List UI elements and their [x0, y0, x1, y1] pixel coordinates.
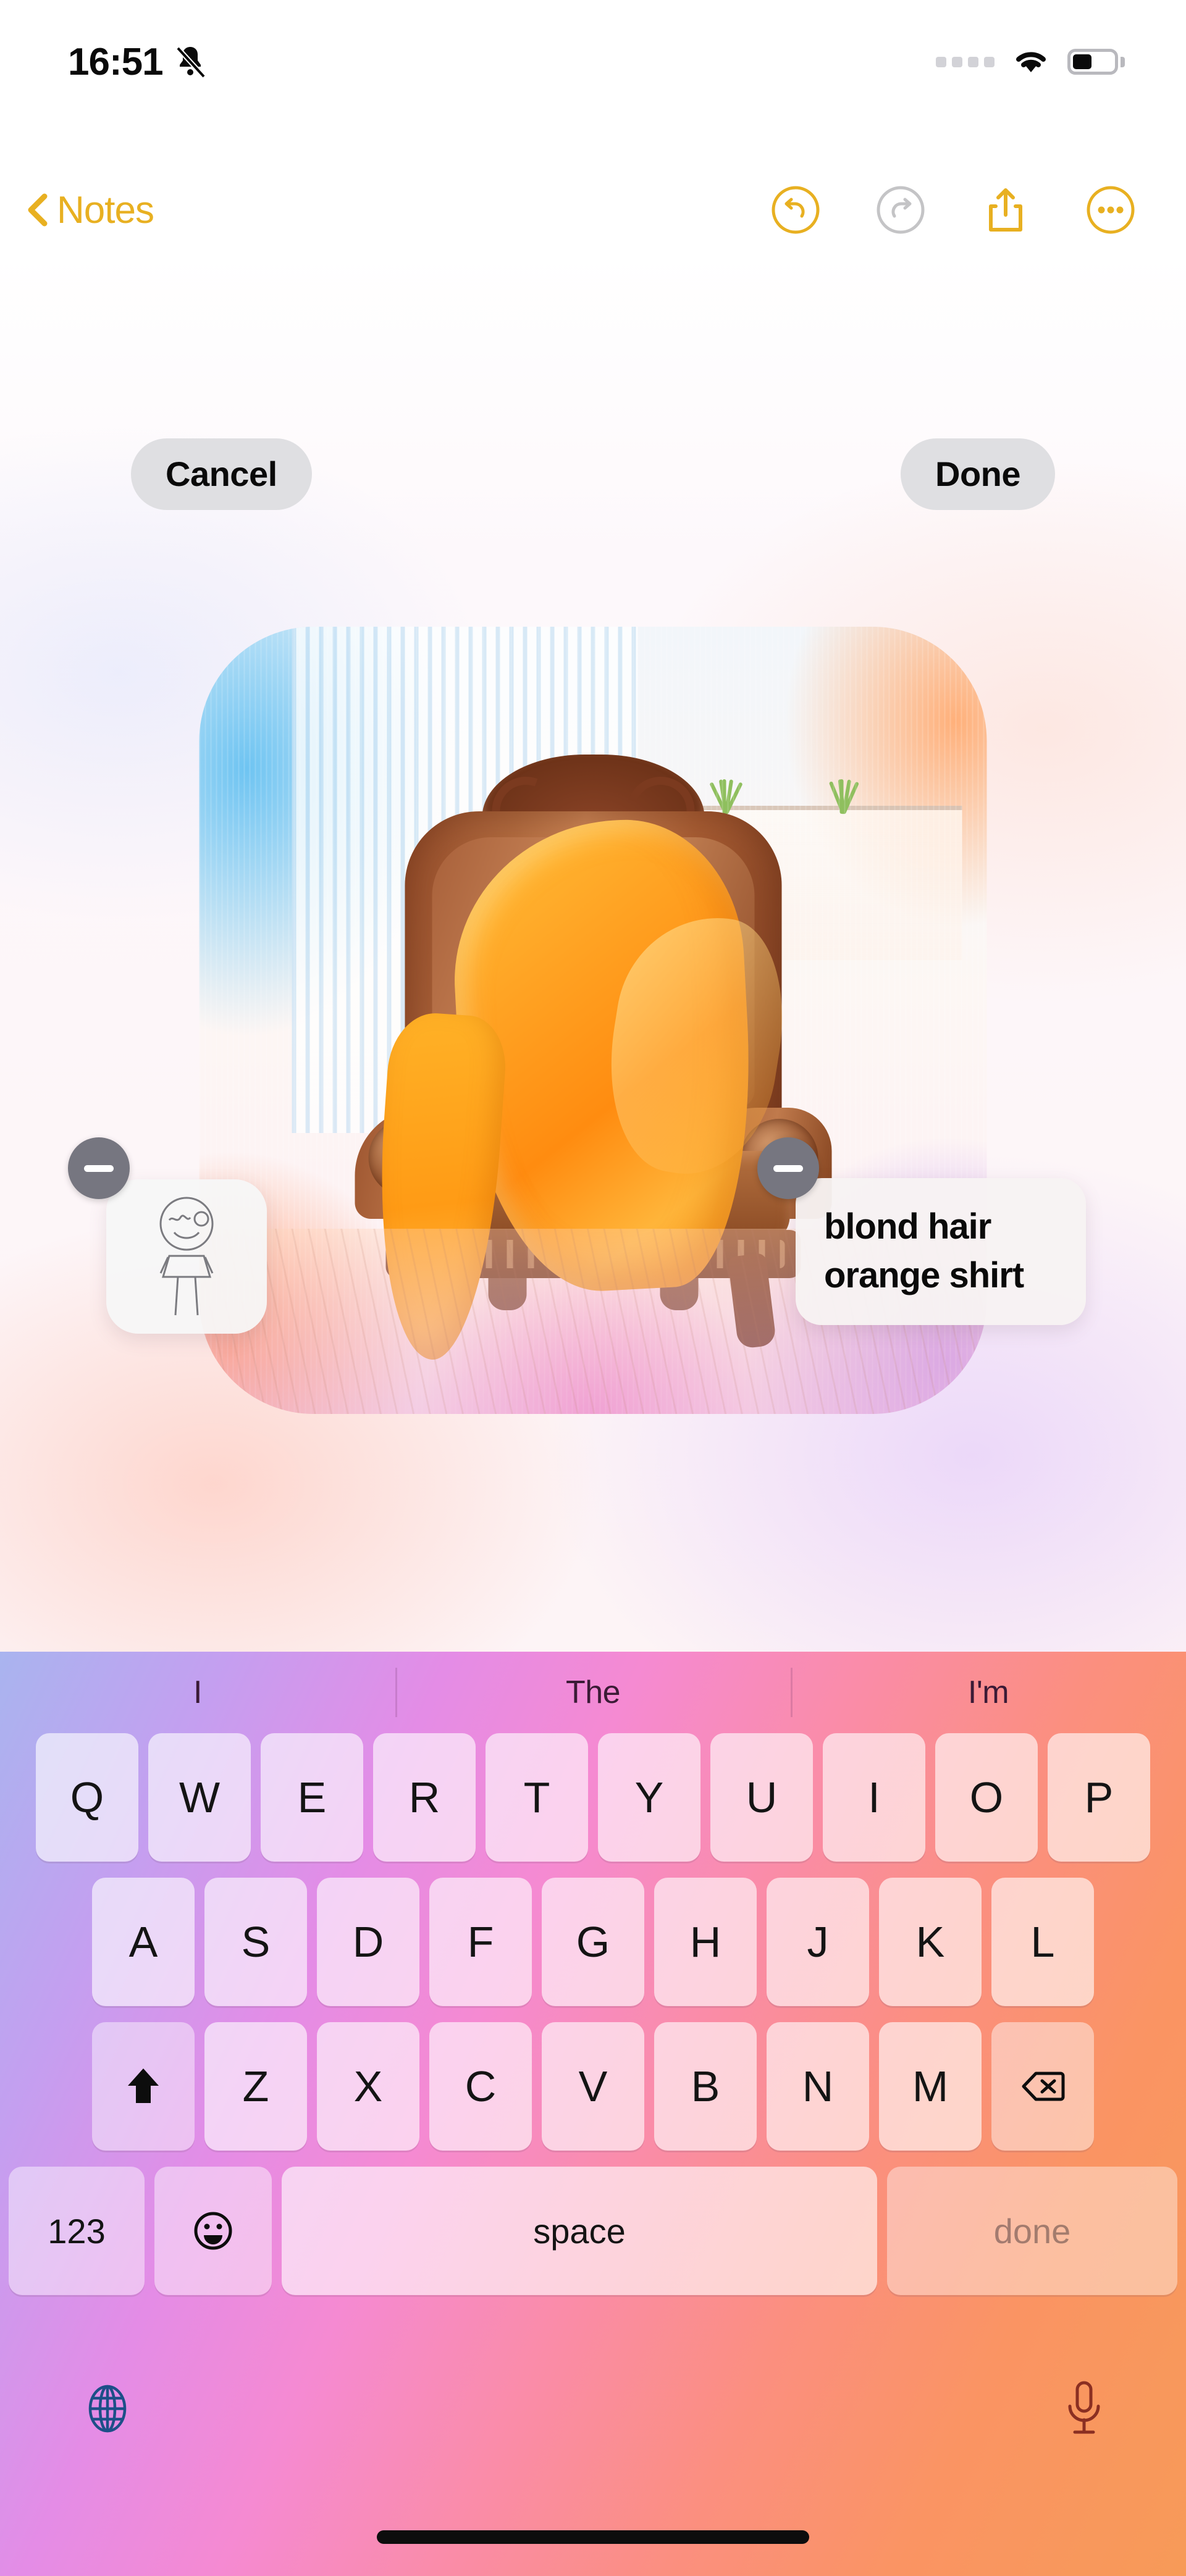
bell-slash-icon: [174, 44, 206, 79]
key-M[interactable]: M: [879, 2022, 982, 2151]
numbers-key[interactable]: 123: [9, 2167, 145, 2295]
sketch-concept-chip[interactable]: [106, 1179, 267, 1334]
key-J[interactable]: J: [767, 1878, 869, 2006]
keyboard-row-2: A S D F G H J K L: [0, 1878, 1186, 2006]
wifi-icon: [1012, 48, 1050, 76]
minus-icon: [773, 1165, 803, 1172]
key-I[interactable]: I: [823, 1733, 925, 1862]
key-F[interactable]: F: [429, 1878, 532, 2006]
share-icon[interactable]: [980, 184, 1032, 236]
battery-icon: [1067, 49, 1125, 75]
cancel-button[interactable]: Cancel: [131, 438, 312, 510]
remove-text-concept-button[interactable]: [757, 1137, 819, 1199]
shift-key[interactable]: [92, 2022, 195, 2151]
key-V[interactable]: V: [542, 2022, 644, 2151]
microphone-icon[interactable]: [1062, 2379, 1106, 2438]
key-T[interactable]: T: [486, 1733, 588, 1862]
keyboard: I The I'm Q W E R T Y U I O P A S D F G …: [0, 1652, 1186, 2576]
image-playground-panel: Cancel Done blond hair orange shirt: [0, 253, 1186, 1652]
key-G[interactable]: G: [542, 1878, 644, 2006]
key-K[interactable]: K: [879, 1878, 982, 2006]
concept-line-2: orange shirt: [824, 1255, 1024, 1295]
suggestion-divider: [395, 1668, 397, 1717]
key-R[interactable]: R: [373, 1733, 476, 1862]
key-C[interactable]: C: [429, 2022, 532, 2151]
navigation-bar: Notes: [0, 167, 1186, 253]
shift-icon: [128, 2068, 159, 2103]
key-P[interactable]: P: [1048, 1733, 1150, 1862]
remove-sketch-concept-button[interactable]: [68, 1137, 130, 1199]
emoji-icon: [194, 2212, 232, 2250]
space-key[interactable]: space: [282, 2167, 877, 2295]
suggestion-1[interactable]: The: [395, 1674, 791, 1711]
suggestion-2[interactable]: I'm: [791, 1674, 1186, 1711]
home-indicator: [377, 2530, 809, 2544]
status-bar-right: [936, 48, 1125, 76]
keyboard-bottom-row: [0, 2356, 1186, 2461]
globe-icon[interactable]: [80, 2382, 135, 2436]
backspace-icon: [1022, 2072, 1065, 2101]
nav-actions: [770, 184, 1151, 236]
back-to-notes-button[interactable]: Notes: [25, 188, 154, 232]
playground-action-row: Cancel Done: [0, 438, 1186, 510]
status-bar-left: 16:51: [68, 40, 206, 84]
key-Z[interactable]: Z: [204, 2022, 307, 2151]
key-Y[interactable]: Y: [598, 1733, 700, 1862]
more-circle-icon[interactable]: [1085, 184, 1137, 236]
key-E[interactable]: E: [261, 1733, 363, 1862]
key-U[interactable]: U: [710, 1733, 813, 1862]
cellular-signal-icon: [936, 56, 995, 67]
done-button[interactable]: Done: [901, 438, 1055, 510]
undo-circle-icon[interactable]: [770, 184, 822, 236]
key-Q[interactable]: Q: [36, 1733, 138, 1862]
key-N[interactable]: N: [767, 2022, 869, 2151]
stick-figure-sketch-icon: [137, 1192, 236, 1321]
keyboard-row-3: Z X C V B N M: [0, 2022, 1186, 2151]
key-A[interactable]: A: [92, 1878, 195, 2006]
key-S[interactable]: S: [204, 1878, 307, 2006]
minus-icon: [84, 1165, 114, 1172]
key-H[interactable]: H: [654, 1878, 757, 2006]
key-W[interactable]: W: [148, 1733, 251, 1862]
key-B[interactable]: B: [654, 2022, 757, 2151]
text-concept-chip[interactable]: blond hair orange shirt: [796, 1178, 1086, 1325]
redo-circle-icon[interactable]: [875, 184, 927, 236]
keyboard-done-key[interactable]: done: [887, 2167, 1177, 2295]
status-bar: 16:51: [0, 0, 1186, 123]
back-label: Notes: [57, 188, 154, 232]
concept-line-1: blond hair: [824, 1206, 991, 1247]
suggestion-bar: I The I'm: [0, 1652, 1186, 1733]
suggestion-0[interactable]: I: [0, 1674, 395, 1711]
chevron-left-icon: [25, 193, 52, 227]
status-time: 16:51: [68, 40, 164, 83]
suggestion-divider: [791, 1668, 793, 1717]
keyboard-row-1: Q W E R T Y U I O P: [0, 1733, 1186, 1862]
key-O[interactable]: O: [935, 1733, 1038, 1862]
key-L[interactable]: L: [991, 1878, 1094, 2006]
keyboard-row-4: 123 space done: [0, 2167, 1186, 2295]
key-D[interactable]: D: [317, 1878, 419, 2006]
key-X[interactable]: X: [317, 2022, 419, 2151]
emoji-key[interactable]: [154, 2167, 272, 2295]
backspace-key[interactable]: [991, 2022, 1094, 2151]
